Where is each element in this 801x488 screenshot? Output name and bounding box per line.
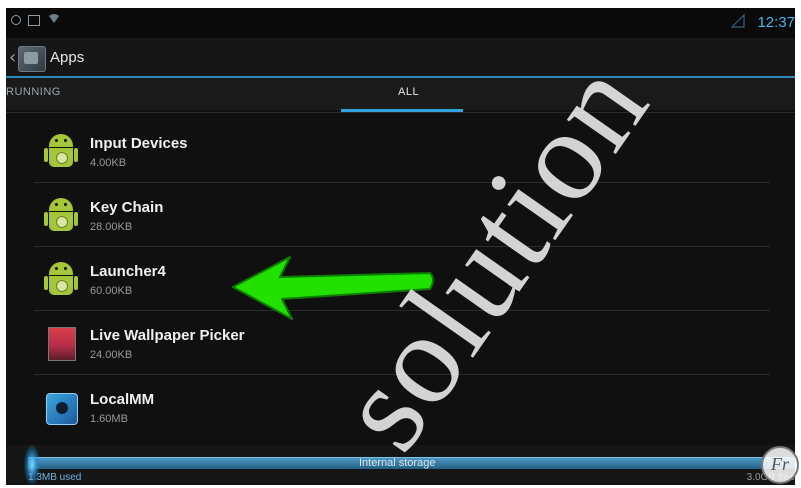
app-size: 60.00KB — [90, 285, 133, 297]
back-caret-icon[interactable]: ‹ — [9, 47, 16, 68]
app-name: Input Devices — [90, 135, 188, 152]
screenshot-icon — [28, 15, 40, 26]
tablet-screen: 12:37 ‹ Apps RUNNING ALL Input Devices 4… — [6, 8, 795, 485]
android-icon — [44, 133, 78, 169]
list-item-key-chain[interactable]: Key Chain 28.00KB — [6, 183, 795, 247]
app-name: Live Wallpaper Picker — [90, 327, 245, 344]
app-size: 1.60MB — [90, 413, 128, 425]
settings-app-icon[interactable] — [18, 46, 46, 72]
status-bar: 12:37 — [6, 8, 795, 38]
list-item-input-devices[interactable]: Input Devices 4.00KB — [6, 119, 795, 183]
tab-strip: RUNNING ALL — [6, 78, 795, 110]
notification-circle-icon — [11, 15, 21, 25]
storage-used: 1.3MB used — [28, 472, 82, 483]
action-bar: ‹ Apps — [6, 38, 795, 76]
tab-all[interactable]: ALL — [398, 86, 419, 98]
storage-footer: Internal storage 1.3MB used 3.0GB free — [6, 445, 795, 485]
battery-signal-icon — [731, 14, 745, 28]
localmm-icon — [44, 389, 78, 425]
wallpaper-icon — [44, 325, 78, 361]
list-item-localmm[interactable]: LocalMM 1.60MB — [6, 375, 795, 439]
wifi-icon — [49, 14, 59, 23]
storage-free: 3.0GB free — [746, 472, 795, 483]
green-arrow-icon — [232, 256, 434, 320]
app-name: LocalMM — [90, 391, 155, 408]
app-name: Launcher4 — [90, 263, 166, 280]
storage-label: Internal storage — [359, 457, 436, 469]
app-size: 28.00KB — [90, 221, 133, 233]
app-size: 4.00KB — [90, 157, 127, 169]
app-size: 24.00KB — [90, 349, 133, 361]
tab-running[interactable]: RUNNING — [6, 86, 61, 98]
page-title: Apps — [50, 49, 85, 66]
status-clock: 12:37 — [757, 14, 795, 31]
app-name: Key Chain — [90, 199, 164, 216]
android-icon — [44, 261, 78, 297]
android-icon — [44, 197, 78, 233]
